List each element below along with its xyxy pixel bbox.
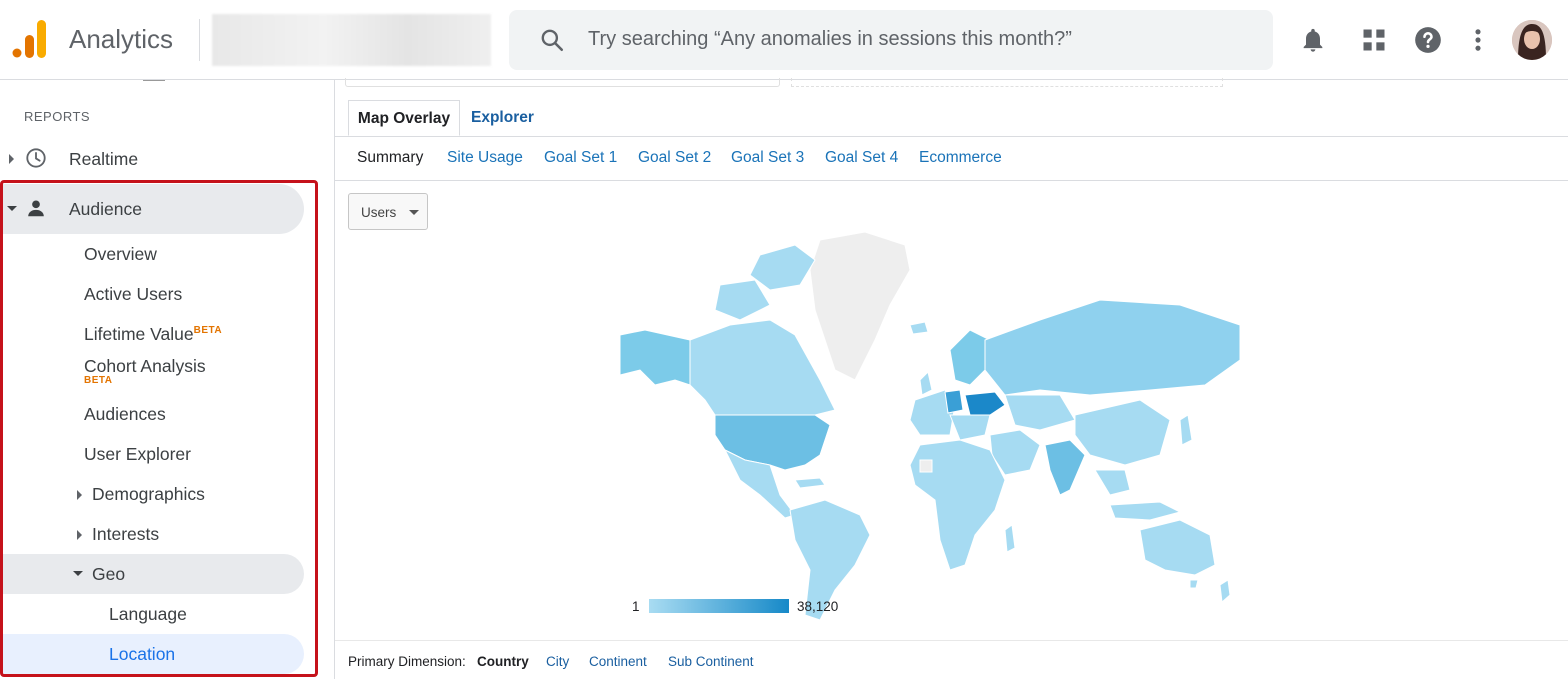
sidebar-item-interests[interactable]: Interests (92, 524, 159, 545)
app-title[interactable]: Analytics (69, 24, 173, 55)
map-region (1094, 469, 1131, 496)
subtab-goal-set-2[interactable]: Goal Set 2 (638, 149, 711, 167)
map-region (1219, 579, 1231, 604)
subtab-site-usage[interactable]: Site Usage (447, 149, 523, 167)
tab-explorer[interactable]: Explorer (471, 100, 534, 136)
map-region (1139, 519, 1216, 576)
section-label-reports: REPORTS (24, 109, 91, 124)
map-region (949, 414, 991, 441)
map-region (984, 299, 1241, 396)
sidebar-item-location[interactable]: Location (109, 644, 175, 665)
metric-select[interactable]: Users (348, 193, 428, 230)
sidebar-item-realtime[interactable]: Realtime (69, 149, 138, 170)
expand-arrow-icon[interactable] (77, 530, 82, 540)
control-fragment (791, 78, 1223, 87)
more-vert-icon[interactable] (1464, 26, 1492, 54)
sidebar-item-user-explorer[interactable]: User Explorer (84, 444, 191, 465)
primary-dimension-row: Primary Dimension: Country City Continen… (335, 640, 1568, 681)
map-region (949, 329, 991, 386)
dimension-sub-continent[interactable]: Sub Continent (668, 654, 754, 669)
map-region (1179, 414, 1193, 446)
sidebar-item-demographics[interactable]: Demographics (92, 484, 205, 505)
primary-dimension-label: Primary Dimension: (348, 654, 466, 669)
map-region (809, 231, 911, 381)
sidebar-item-audiences[interactable]: Audiences (84, 404, 166, 425)
dimension-continent[interactable]: Continent (589, 654, 647, 669)
map-region (944, 389, 964, 414)
collapse-arrow-icon[interactable] (73, 571, 83, 576)
map-region (1004, 394, 1076, 431)
tab-map-overlay[interactable]: Map Overlay (348, 100, 460, 136)
map-region (749, 244, 816, 291)
control-fragment (345, 78, 780, 87)
legend-gradient-bar (649, 599, 789, 613)
dimension-city[interactable]: City (546, 654, 569, 669)
cohort-analysis-label: Cohort Analysis (84, 356, 206, 376)
main-content: Map Overlay Explorer Summary Site Usage … (335, 78, 1568, 681)
avatar[interactable] (1512, 20, 1552, 60)
map-region (1189, 579, 1199, 589)
apps-grid-icon[interactable] (1360, 26, 1388, 54)
map-region (794, 477, 826, 489)
map-region (689, 319, 836, 416)
lifetime-value-label: Lifetime Value (84, 324, 194, 344)
sidebar-item-language[interactable]: Language (109, 604, 187, 625)
collapse-arrow-icon[interactable] (7, 206, 17, 211)
clock-icon (26, 148, 46, 168)
map-region (964, 391, 1006, 416)
legend-max: 38,120 (797, 599, 839, 614)
map-region (909, 321, 929, 335)
sidebar-item-geo[interactable]: Geo (92, 564, 125, 585)
search-input[interactable]: Try searching “Any anomalies in sessions… (588, 28, 1072, 51)
map-region (620, 329, 691, 386)
map-legend: 1 38,120 (632, 597, 862, 617)
dimension-country[interactable]: Country (477, 654, 529, 669)
bell-icon[interactable] (1299, 26, 1327, 54)
map-region (1074, 399, 1171, 466)
beta-badge: BETA (193, 325, 223, 337)
subtab-summary[interactable]: Summary (357, 149, 423, 167)
map-region (1044, 439, 1086, 496)
subtab-goal-set-4[interactable]: Goal Set 4 (825, 149, 898, 167)
sidebar-item-cohort-analysis[interactable]: Cohort Analysis BETA (84, 357, 206, 386)
search-bar[interactable]: Try searching “Any anomalies in sessions… (509, 10, 1273, 70)
sidebar-item-audience[interactable]: Audience (69, 199, 142, 220)
analytics-logo-icon[interactable] (12, 20, 46, 58)
map-region (1109, 501, 1182, 521)
sidebar: REPORTS Realtime Audience Overview Activ… (0, 80, 335, 679)
view-tabs: Map Overlay Explorer (335, 100, 1568, 137)
search-icon (541, 29, 564, 52)
person-icon (28, 200, 44, 217)
sidebar-item-overview[interactable]: Overview (84, 244, 157, 265)
expand-arrow-icon[interactable] (9, 154, 14, 164)
legend-min: 1 (632, 599, 640, 614)
sidebar-item-active-users[interactable]: Active Users (84, 284, 182, 305)
divider (199, 19, 200, 61)
beta-badge: BETA (84, 375, 113, 386)
account-selector-blurred[interactable] (212, 14, 491, 66)
map-region (1004, 524, 1016, 553)
subtab-ecommerce[interactable]: Ecommerce (919, 149, 1002, 167)
scroll-indicator (143, 80, 165, 81)
help-icon[interactable] (1414, 26, 1442, 54)
metric-select-value: Users (361, 205, 397, 220)
subtab-goal-set-3[interactable]: Goal Set 3 (731, 149, 804, 167)
sidebar-item-geo-bg[interactable] (0, 554, 304, 594)
expand-arrow-icon[interactable] (77, 490, 82, 500)
map-region (919, 459, 933, 473)
map-region (919, 371, 933, 396)
map-region (714, 279, 771, 321)
world-map[interactable] (620, 230, 1270, 625)
sidebar-item-lifetime-value[interactable]: Lifetime ValueBETA (84, 324, 222, 345)
metric-group-tabs: Summary Site Usage Goal Set 1 Goal Set 2… (335, 136, 1568, 181)
top-bar: Analytics Try searching “Any anomalies i… (0, 0, 1568, 80)
chevron-down-icon (409, 210, 419, 215)
subtab-goal-set-1[interactable]: Goal Set 1 (544, 149, 617, 167)
